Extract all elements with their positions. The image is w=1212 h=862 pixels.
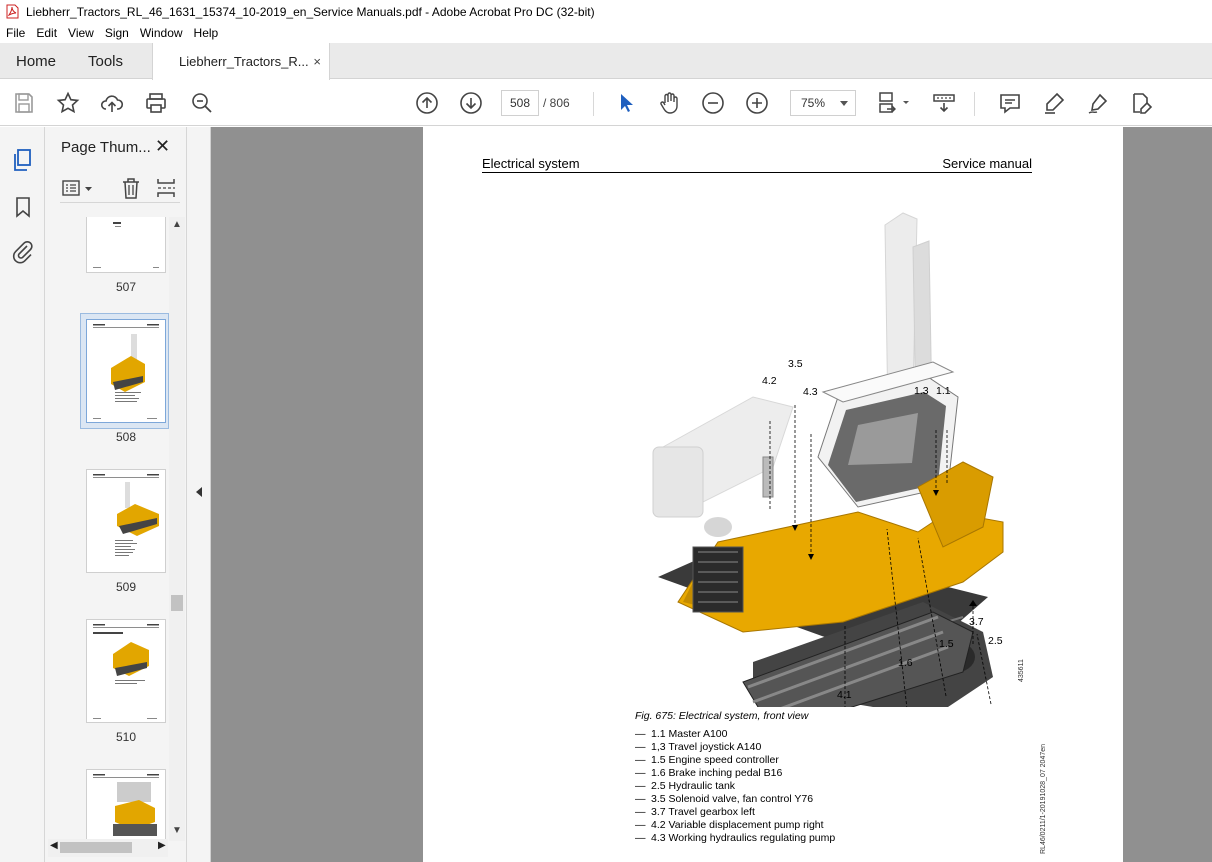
- page-number-input[interactable]: 508: [501, 90, 539, 116]
- print-icon[interactable]: [144, 91, 168, 115]
- star-icon[interactable]: [56, 91, 80, 115]
- menu-bar: File Edit View Sign Window Help: [0, 23, 1212, 43]
- menu-window[interactable]: Window: [140, 26, 183, 40]
- legend-item: —3.7 Travel gearbox left: [635, 806, 755, 818]
- window-titlebar: Liebherr_Tractors_RL_46_1631_15374_10-20…: [0, 0, 1212, 23]
- callout-label: 3.7: [969, 616, 984, 628]
- zoom-in-icon[interactable]: [745, 91, 769, 115]
- previous-page-icon[interactable]: [415, 91, 439, 115]
- page-header-section: Electrical system: [482, 156, 580, 171]
- legend-item: —4.2 Variable displacement pump right: [635, 819, 824, 831]
- thumbnail-page-number: 510: [115, 730, 137, 744]
- sign-pen-icon[interactable]: [1086, 91, 1110, 115]
- legend-item: —1.6 Brake inching pedal B16: [635, 767, 783, 779]
- callout-label: 3.5: [788, 358, 803, 370]
- thumbnail-horizontal-scrollbar[interactable]: ◀ ▶: [48, 839, 168, 857]
- thumbnail-toolbar: [60, 177, 180, 203]
- close-tab-icon[interactable]: ×: [313, 54, 321, 69]
- pdf-page: Electrical system Service manual 3.5 4.2…: [423, 127, 1123, 862]
- page-header-title: Service manual: [942, 156, 1032, 171]
- panel-title: Page Thum...: [61, 139, 151, 156]
- thumbnail-page[interactable]: [86, 619, 166, 723]
- page-total: / 806: [543, 96, 570, 110]
- tab-bar: Home Tools Liebherr_Tractors_R... ×: [0, 43, 1212, 80]
- menu-sign[interactable]: Sign: [105, 26, 129, 40]
- scroll-down-arrow-icon[interactable]: ▼: [172, 825, 182, 836]
- chevron-down-icon: [840, 101, 848, 106]
- thumbnail-page-number: 507: [115, 280, 137, 294]
- scrollbar-thumb[interactable]: [171, 595, 183, 611]
- scroll-left-arrow-icon[interactable]: ◀: [50, 840, 58, 851]
- thumbnail-scrollbar[interactable]: ▲ ▼: [169, 217, 185, 841]
- figure-id: 435611: [1018, 659, 1025, 682]
- edit-document-icon[interactable]: [1129, 91, 1153, 115]
- hand-tool-icon[interactable]: [657, 91, 681, 115]
- legend-item: —3.5 Solenoid valve, fan control Y76: [635, 793, 814, 805]
- callout-label: 1.3: [914, 385, 929, 397]
- figure-legend: —1.1 Master A100 —1,3 Travel joystick A1…: [635, 728, 835, 845]
- thumbnail-list: 507 508 509 510: [45, 217, 187, 842]
- thumbnail-page[interactable]: [86, 217, 166, 273]
- legend-item: —1.1 Master A100: [635, 728, 728, 740]
- scrollbar-thumb[interactable]: [60, 842, 132, 853]
- menu-help[interactable]: Help: [194, 26, 219, 40]
- thumbnail-page[interactable]: [86, 769, 166, 842]
- document-code: RL46/0211/1-20191028_07 2047en: [1040, 743, 1047, 854]
- select-cursor-icon[interactable]: [614, 91, 638, 115]
- attachment-icon[interactable]: [11, 240, 35, 264]
- callout-label: 1.1: [936, 385, 951, 397]
- page-thumbnails-icon[interactable]: [11, 148, 35, 172]
- thumbnail-page-number: 508: [115, 430, 137, 444]
- delete-page-icon[interactable]: [120, 177, 142, 202]
- legend-item: —1.5 Engine speed controller: [635, 754, 779, 766]
- page-thumbnails-panel: Page Thum... ✕ 507 508 509 510 ▲ ▼ ◀ ▶: [45, 127, 187, 862]
- bookmark-icon[interactable]: [11, 195, 35, 219]
- menu-file[interactable]: File: [6, 26, 25, 40]
- extract-pages-icon[interactable]: [155, 177, 177, 202]
- thumbnail-page[interactable]: [86, 469, 166, 573]
- thumbnail-options-icon[interactable]: [62, 179, 94, 202]
- toolbar-divider: [593, 92, 594, 116]
- main-toolbar: 508 / 806 75%: [0, 80, 1212, 126]
- tab-home[interactable]: Home: [16, 53, 56, 70]
- save-icon[interactable]: [12, 91, 36, 115]
- window-title: Liebherr_Tractors_RL_46_1631_15374_10-20…: [26, 4, 595, 19]
- next-page-icon[interactable]: [459, 91, 483, 115]
- comment-icon[interactable]: [998, 91, 1022, 115]
- thumbnail-page-number: 509: [115, 580, 137, 594]
- zoom-out-icon[interactable]: [701, 91, 725, 115]
- legend-item: —4.3 Working hydraulics regulating pump: [635, 832, 836, 844]
- scroll-up-arrow-icon[interactable]: ▲: [172, 219, 182, 230]
- upload-cloud-icon[interactable]: [100, 91, 124, 115]
- collapse-panel-arrow-icon[interactable]: [196, 487, 202, 497]
- tractor-illustration: 3.5 4.2 4.3 1.3 1.1 3.7 2.5 1.5 1.6 4.1: [652, 212, 1004, 707]
- menu-edit[interactable]: Edit: [36, 26, 57, 40]
- callout-label: 2.5: [988, 635, 1003, 647]
- scroll-right-arrow-icon[interactable]: ▶: [158, 840, 166, 851]
- toolbar-divider: [974, 92, 975, 116]
- callout-label: 1.6: [898, 657, 913, 669]
- legend-item: —1,3 Travel joystick A140: [635, 741, 762, 753]
- tab-document[interactable]: Liebherr_Tractors_R... ×: [152, 43, 330, 80]
- fit-page-icon[interactable]: [876, 91, 912, 115]
- tab-document-label: Liebherr_Tractors_R...: [179, 54, 309, 69]
- zoom-search-icon[interactable]: [190, 91, 214, 115]
- legend-item: —2.5 Hydraulic tank: [635, 780, 736, 792]
- callout-label: 4.3: [803, 386, 818, 398]
- close-panel-icon[interactable]: ✕: [155, 136, 170, 157]
- menu-view[interactable]: View: [68, 26, 94, 40]
- callout-label: 1.5: [939, 638, 954, 650]
- thumbnail-page-selected[interactable]: [86, 319, 166, 423]
- callout-label: 4.1: [837, 689, 852, 701]
- callout-label: 4.2: [762, 375, 777, 387]
- zoom-level-select[interactable]: 75%: [790, 90, 856, 116]
- figure-caption: Fig. 675: Electrical system, front view: [635, 710, 809, 722]
- tab-tools[interactable]: Tools: [88, 53, 123, 70]
- header-rule: [482, 172, 1032, 173]
- scroll-mode-icon[interactable]: [932, 91, 956, 115]
- acrobat-icon: [6, 4, 19, 19]
- zoom-level-value: 75%: [801, 96, 826, 110]
- left-navigation-rail: [0, 127, 45, 862]
- highlight-pen-icon[interactable]: [1042, 91, 1066, 115]
